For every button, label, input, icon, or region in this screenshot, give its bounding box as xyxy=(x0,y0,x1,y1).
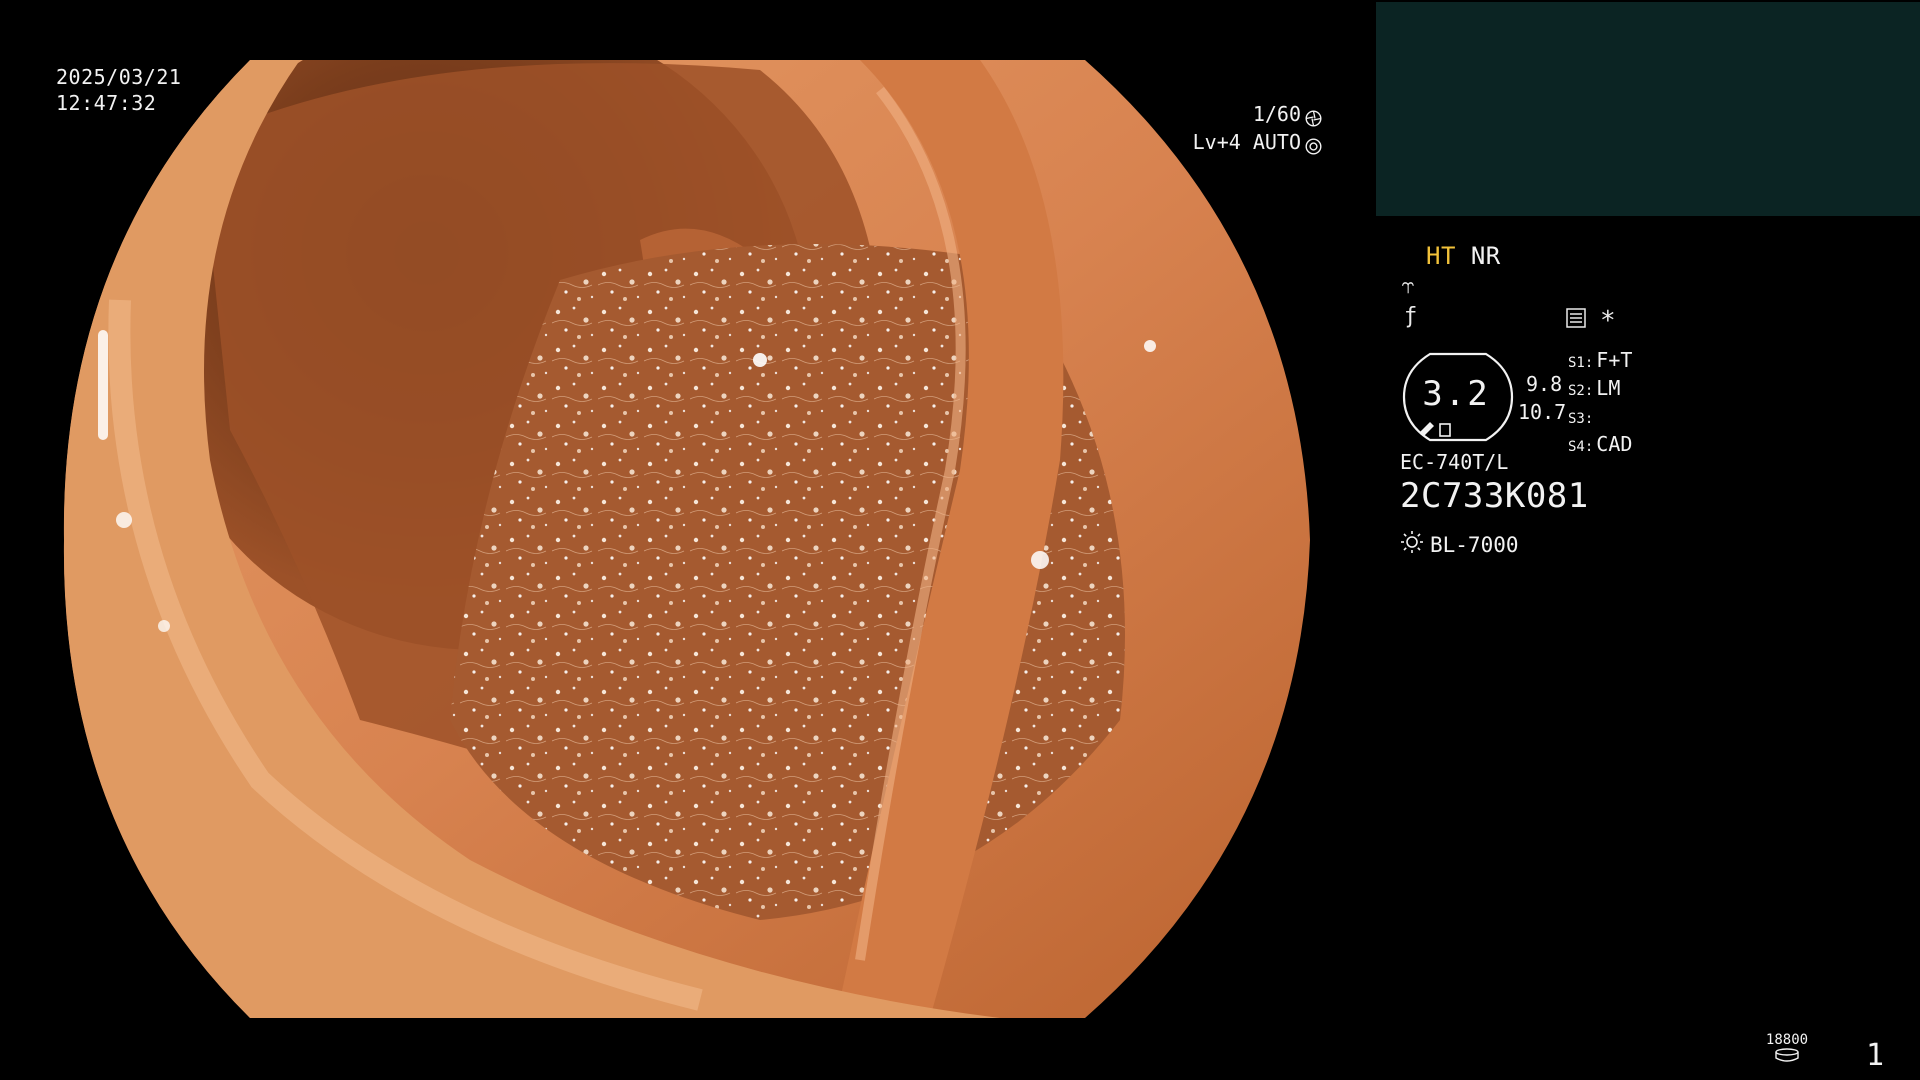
level-row: Lv+4 AUTO xyxy=(1193,128,1322,156)
exposure-readout: 1/60 Lv+4 AUTO xyxy=(1193,100,1322,156)
gauge-value: 3.2 xyxy=(1422,374,1490,414)
switch-row: S1: F+T xyxy=(1568,348,1633,372)
nr-label: NR xyxy=(1470,242,1501,270)
iris-icon xyxy=(1305,134,1322,155)
page-number: 1 xyxy=(1866,1038,1885,1073)
sun-icon xyxy=(1400,530,1424,559)
sub-monitor-window xyxy=(1376,2,1920,216)
endoscope-image xyxy=(0,0,1370,1080)
disk-icon xyxy=(1774,1048,1800,1066)
ht-nr-indicator: HT NR xyxy=(1426,242,1501,270)
switch-row: S2: LM xyxy=(1568,376,1621,400)
date-time-readout: 2025/03/21 12:47:32 xyxy=(56,64,181,116)
gauge-display: 3.2 xyxy=(1400,350,1516,444)
frame-counter: 18800 xyxy=(1765,1032,1809,1066)
gamma-glyph: ƒ xyxy=(1404,304,1418,329)
settings-list-icon xyxy=(1566,308,1586,332)
gauge-sub-values: 9.8 10.7 xyxy=(1518,370,1566,426)
processor-info-panel: HT NR ⥾ ƒ * 3.2 9.8 10.7 S1: F+T S2: LM S3… xyxy=(1400,240,1900,600)
shutter-row: 1/60 xyxy=(1193,100,1322,128)
switch-row: S3: xyxy=(1568,411,1594,427)
date-text: 2025/03/21 xyxy=(56,65,182,89)
shutter-text: 1/60 xyxy=(1252,102,1301,126)
enhance-glyph: ⥾ xyxy=(1402,274,1415,299)
ht-label: HT xyxy=(1426,242,1456,270)
switch-row: S4: CAD xyxy=(1568,432,1633,456)
light-source-indicator: BL-7000 xyxy=(1400,530,1519,559)
gauge-sub-value-2: 10.7 xyxy=(1518,400,1567,424)
gauge-sub-value-1: 9.8 xyxy=(1526,372,1563,396)
scope-serial-number: 2C733K081 xyxy=(1400,476,1589,516)
light-source-text: BL-7000 xyxy=(1430,532,1519,557)
aperture-icon xyxy=(1305,106,1322,127)
scope-model: EC-740T/L xyxy=(1400,450,1509,474)
star-glyph: * xyxy=(1600,306,1616,336)
scope-switch-assignments: S1: F+T S2: LM S3: S4: CAD xyxy=(1568,348,1632,460)
time-text: 12:47:32 xyxy=(56,91,157,115)
frame-count-text: 18800 xyxy=(1765,1032,1809,1048)
level-text: Lv+4 AUTO xyxy=(1192,130,1301,154)
